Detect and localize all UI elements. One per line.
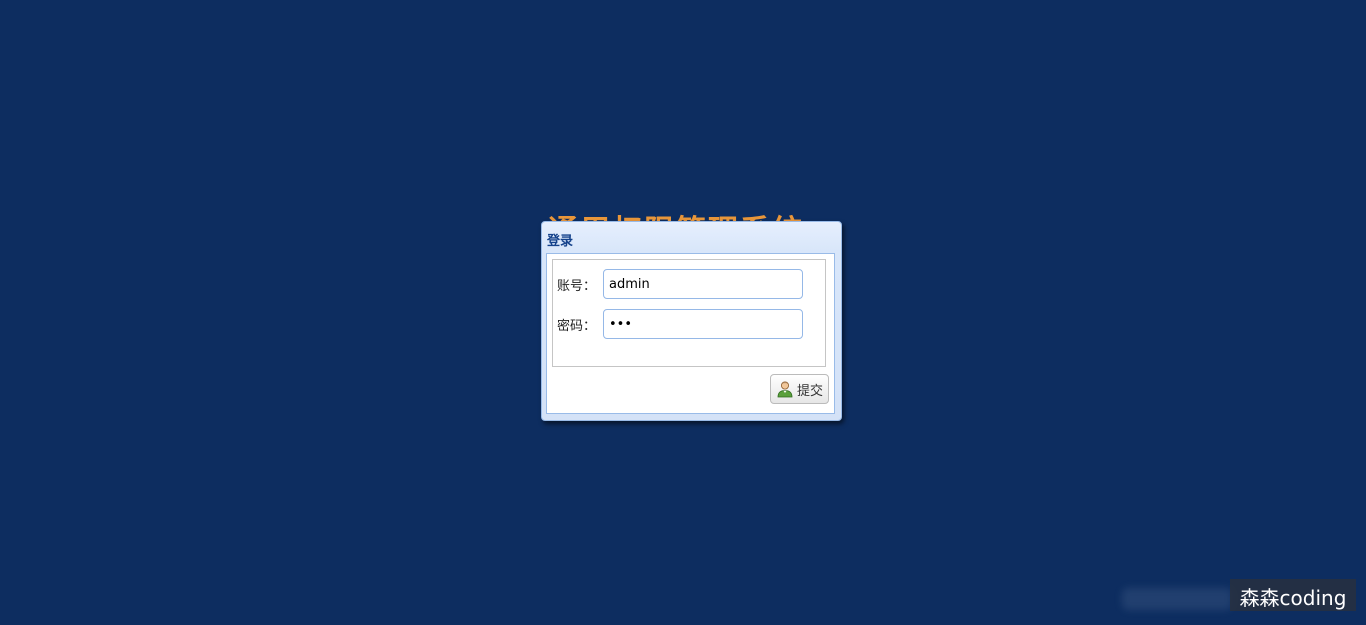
user-icon: [776, 380, 794, 398]
account-input[interactable]: [603, 269, 803, 299]
password-input[interactable]: [603, 309, 803, 339]
login-window: 登录 账号： 密码： 提交: [541, 221, 842, 421]
watermark: 森森coding: [1230, 579, 1356, 611]
window-title: 登录: [547, 234, 574, 249]
login-form-panel: 账号： 密码：: [552, 259, 826, 367]
submit-button[interactable]: 提交: [769, 374, 829, 404]
account-row: 账号：: [557, 269, 803, 299]
account-label: 账号：: [557, 278, 597, 294]
window-body: 账号： 密码： 提交: [546, 253, 835, 414]
password-label: 密码：: [557, 318, 597, 334]
submit-label: 提交: [796, 383, 823, 399]
password-row: 密码：: [557, 309, 803, 339]
blurred-footer: [1122, 588, 1232, 610]
